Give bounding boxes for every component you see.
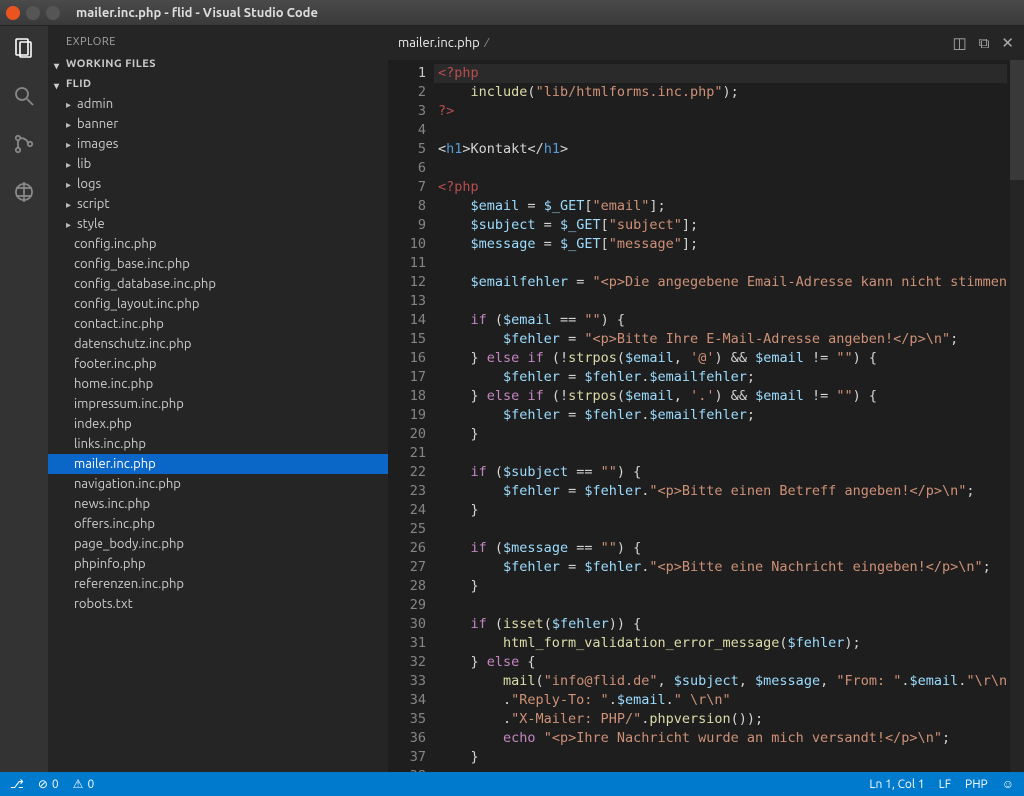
search-icon[interactable] — [10, 82, 38, 110]
window-title: mailer.inc.php - flid - Visual Studio Co… — [76, 6, 318, 20]
tab-dirty-icon: ⁄ — [486, 36, 488, 50]
source-text[interactable]: <?php include("lib/htmlforms.inc.php");?… — [438, 60, 1007, 772]
file-item[interactable]: config_layout.inc.php — [48, 294, 388, 314]
line-gutter: 1234567891011121314151617181920212223242… — [388, 60, 438, 772]
file-item[interactable]: page_body.inc.php — [48, 534, 388, 554]
status-bar: ⎇ ⊘0 ⚠0 Ln 1, Col 1 LF PHP ☺ — [0, 772, 1024, 796]
chevron-right-icon — [66, 217, 71, 231]
file-item[interactable]: navigation.inc.php — [48, 474, 388, 494]
minimap-thumb[interactable] — [1010, 60, 1024, 180]
feedback-icon[interactable]: ☺ — [1002, 777, 1014, 791]
chevron-right-icon — [66, 177, 71, 191]
tab-active[interactable]: mailer.inc.php ⁄ — [398, 36, 488, 50]
sidebar-title: EXPLORE — [48, 26, 388, 54]
file-tree: adminbannerimagesliblogsscriptstyleconfi… — [48, 94, 388, 772]
chevron-right-icon — [66, 97, 71, 111]
editor-actions: ◫ ⧉ ✕ — [953, 34, 1014, 52]
chevron-down-icon — [54, 60, 62, 68]
file-item[interactable]: home.inc.php — [48, 374, 388, 394]
git-icon[interactable] — [10, 130, 38, 158]
window-maximize-icon[interactable] — [46, 6, 60, 20]
error-icon: ⊘ — [38, 777, 48, 791]
tab-label: mailer.inc.php — [398, 36, 480, 50]
explorer-icon[interactable] — [10, 34, 38, 62]
folder-item[interactable]: logs — [48, 174, 388, 194]
file-item[interactable]: footer.inc.php — [48, 354, 388, 374]
sidebar: EXPLORE WORKING FILES FLID adminbannerim… — [48, 26, 388, 772]
file-item[interactable]: contact.inc.php — [48, 314, 388, 334]
file-item[interactable]: news.inc.php — [48, 494, 388, 514]
folder-item[interactable]: script — [48, 194, 388, 214]
chevron-right-icon — [66, 197, 71, 211]
close-editor-icon[interactable]: ✕ — [1001, 34, 1014, 52]
file-item[interactable]: datenschutz.inc.php — [48, 334, 388, 354]
debug-icon[interactable] — [10, 178, 38, 206]
chevron-down-icon — [54, 80, 62, 88]
file-item[interactable]: mailer.inc.php — [48, 454, 388, 474]
chevron-right-icon — [66, 137, 71, 151]
window-minimize-icon[interactable] — [26, 6, 40, 20]
folder-item[interactable]: admin — [48, 94, 388, 114]
titlebar: mailer.inc.php - flid - Visual Studio Co… — [0, 0, 1024, 26]
file-item[interactable]: config_database.inc.php — [48, 274, 388, 294]
split-editor-icon[interactable]: ◫ — [953, 34, 967, 52]
root-folder-section[interactable]: FLID — [48, 74, 388, 94]
status-errors[interactable]: ⊘0 — [38, 777, 59, 791]
tab-bar: mailer.inc.php ⁄ ◫ ⧉ ✕ — [388, 26, 1024, 60]
file-item[interactable]: links.inc.php — [48, 434, 388, 454]
warning-icon: ⚠ — [73, 777, 84, 791]
folder-item[interactable]: lib — [48, 154, 388, 174]
status-eol[interactable]: LF — [939, 778, 951, 791]
file-item[interactable]: config_base.inc.php — [48, 254, 388, 274]
chevron-right-icon — [66, 157, 71, 171]
file-item[interactable]: offers.inc.php — [48, 514, 388, 534]
folder-item[interactable]: banner — [48, 114, 388, 134]
activity-bar — [0, 26, 48, 772]
code-area[interactable]: 1234567891011121314151617181920212223242… — [388, 60, 1024, 772]
window-close-icon[interactable] — [6, 6, 20, 20]
status-warnings[interactable]: ⚠0 — [73, 777, 95, 791]
file-item[interactable]: index.php — [48, 414, 388, 434]
file-item[interactable]: config.inc.php — [48, 234, 388, 254]
folder-item[interactable]: images — [48, 134, 388, 154]
editor: mailer.inc.php ⁄ ◫ ⧉ ✕ 12345678910111213… — [388, 26, 1024, 772]
status-cursor[interactable]: Ln 1, Col 1 — [869, 778, 924, 791]
status-lang[interactable]: PHP — [965, 778, 988, 791]
folder-item[interactable]: style — [48, 214, 388, 234]
minimap[interactable] — [1010, 60, 1024, 772]
working-files-section[interactable]: WORKING FILES — [48, 54, 388, 74]
more-icon[interactable]: ⧉ — [979, 34, 990, 52]
file-item[interactable]: referenzen.inc.php — [48, 574, 388, 594]
status-git-icon[interactable]: ⎇ — [10, 777, 24, 791]
file-item[interactable]: impressum.inc.php — [48, 394, 388, 414]
file-item[interactable]: robots.txt — [48, 594, 388, 614]
file-item[interactable]: phpinfo.php — [48, 554, 388, 574]
chevron-right-icon — [66, 117, 71, 131]
